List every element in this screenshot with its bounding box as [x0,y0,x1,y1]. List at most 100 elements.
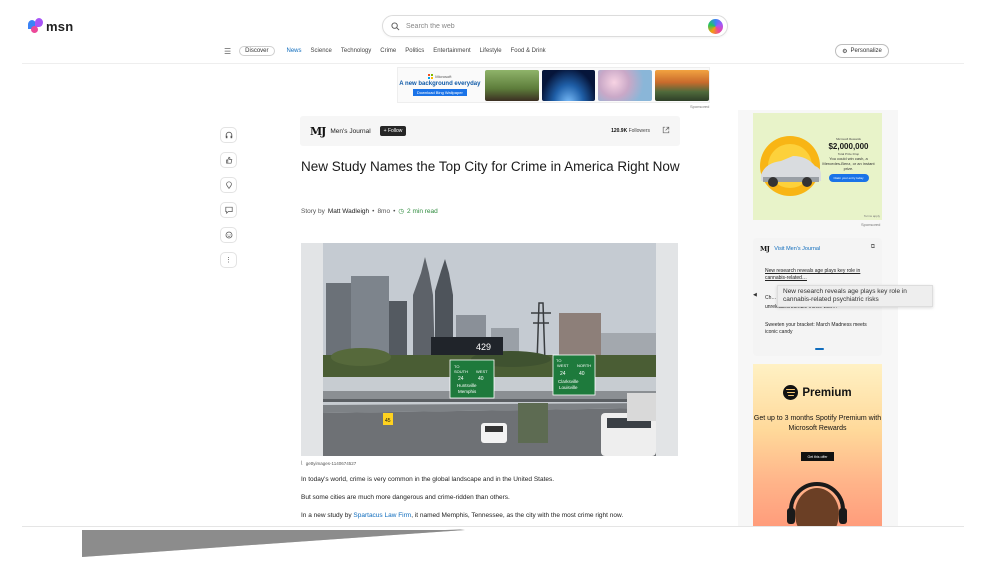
sponsored-label-right: Sponsored [861,222,881,227]
article-paragraph-3: In a new study by Spartacus Law Firm, it… [301,512,623,519]
gear-icon: ⚙ [842,48,848,55]
comment-icon[interactable] [220,202,237,218]
person-with-headphones-graphic [787,482,847,530]
publisher-bar: MJ Men's Journal + Follow 120.9K Followe… [300,116,680,146]
claim-entry-button[interactable]: Claim your entry today [828,174,869,182]
search-bar[interactable] [382,15,728,37]
carousel-prev-icon[interactable]: ◀ [753,292,757,298]
sign-right-route1: 24 [560,371,566,377]
nav-item-technology[interactable]: Technology [341,48,371,54]
rewards-ad-amount: $2,000,000 [828,142,869,151]
follow-button[interactable]: + Follow [379,126,407,136]
speed-sign: 45 [385,418,391,424]
download-wallpaper-button[interactable]: Download Bing Wallpaper [412,89,467,96]
nav-item-lifestyle[interactable]: Lifestyle [480,48,502,54]
logo-text: msn [46,18,74,34]
rewards-ad-body: You could win cash, a Mercedes-Benz, or … [822,156,875,171]
sunburst-car-graphic [760,136,821,196]
microsoft-logo-icon [428,74,434,79]
butterfly-icon [28,18,44,34]
sign-right-dir2: NORTH [577,363,591,368]
page-bottom-area [0,527,1000,583]
sign-left-dir1: SOUTH [454,369,468,374]
image-credit: ⌊ gettyimages-1140674527 [301,460,356,466]
page-corner-shadow [82,529,465,557]
sign-left-city1: Huntsville [457,383,477,388]
sign-right-dir1: WEST [557,363,569,368]
followers-number: 120.9K [611,128,628,134]
article-paragraph-1: In today's world, crime is very common i… [301,476,555,483]
sign-right-city1: Clarksville [558,379,579,384]
header-divider [22,63,964,64]
menu-icon[interactable]: ☰ [224,47,231,56]
category-nav: ☰ Discover News Science Technology Crime… [224,44,555,58]
read-time: 2 min read [407,207,438,215]
msn-page: msn ☰ Discover News Science Technology C… [0,0,1000,583]
top-banner-ad[interactable]: Microsoft A new background everyday Down… [397,67,710,103]
personalize-button[interactable]: ⚙ Personalize [835,44,889,58]
wallpaper-thumb-earth[interactable] [541,69,596,101]
search-icon [391,21,400,30]
publisher-name[interactable]: Men's Journal [330,128,370,135]
article-byline: Story by Matt Wadleigh • 8mo • ◷ 2 min r… [301,207,438,216]
credit-text: gettyimages-1140674527 [305,460,357,466]
mj-story-3[interactable]: Sweeten your bracket: March Madness meet… [765,322,871,336]
spotify-ad-body: Get up to 3 months Spotify Premium with … [753,415,882,432]
external-link-icon[interactable] [662,126,670,136]
mj-card-header: MJ Visit Men's Journal [760,245,820,253]
nav-item-science[interactable]: Science [311,48,332,54]
msn-logo[interactable]: msn [28,18,73,34]
wallpaper-thumb-dog[interactable] [484,69,539,101]
article-age: 8mo [377,207,391,215]
dislike-icon[interactable] [220,177,237,193]
nav-item-news[interactable]: News [287,48,302,54]
spotify-brand: Premium [753,385,882,400]
emoji-icon[interactable] [220,227,237,243]
billboard-number: 429 [476,342,491,352]
hero-illustration: 429 TO SOUTH WEST 24 40 Huntsville Memph… [301,243,678,456]
headphones-icon[interactable] [220,127,237,143]
sign-left-dir2: WEST [476,369,488,374]
byline-separator: • [393,207,396,215]
visit-mens-journal-link[interactable]: Visit Men's Journal [774,246,820,252]
author-name[interactable]: Matt Wadleigh [328,208,369,215]
story-tooltip: New research reveals age plays key role … [777,285,933,307]
more-icon[interactable]: ⋮ [220,252,237,268]
copilot-icon[interactable] [708,19,723,34]
followers-count: 120.9K Followers [611,128,650,134]
nav-item-politics[interactable]: Politics [405,48,424,54]
external-link-icon[interactable]: ⧉ [871,244,875,251]
sign-right-route2: 40 [579,371,585,377]
article-hero-image[interactable]: 429 TO SOUTH WEST 24 40 Huntsville Memph… [301,243,678,456]
top-ad-headline: A new background everyday [399,81,481,87]
search-input[interactable] [406,22,696,30]
nav-item-crime[interactable]: Crime [380,48,396,54]
article-actions-rail: ⋮ [220,127,237,268]
nav-item-food-drink[interactable]: Food & Drink [511,48,546,54]
sign-right-city2: Louisville [559,385,578,390]
spotify-logo-icon [783,385,799,400]
publisher-logo[interactable]: MJ [310,125,326,138]
wallpaper-thumb-mountain[interactable] [655,69,709,101]
rewards-ad-terms: Terms apply [863,214,880,218]
byline-prefix: Story by [301,207,325,215]
clock-icon: ◷ [398,208,405,215]
rewards-ad-brand: Microsoft Rewards [836,137,861,141]
rewards-sweepstakes-ad[interactable]: Microsoft Rewards $2,000,000 Total Prize… [753,113,882,220]
wallpaper-thumb-blossom[interactable] [598,69,653,101]
spotify-premium-ad[interactable]: Premium Get up to 3 months Spotify Premi… [753,364,882,530]
nav-item-entertainment[interactable]: Entertainment [433,48,470,54]
rewards-ad-copy: Microsoft Rewards $2,000,000 Total Prize… [821,137,876,182]
mj-story-1[interactable]: New research reveals age plays key role … [765,268,871,282]
microsoft-badge: Microsoft [428,74,451,79]
article-title: New Study Names the Top City for Crime i… [301,159,680,174]
mj-card-logo[interactable]: MJ [760,245,770,253]
discover-button[interactable]: Discover [239,46,275,56]
thumbs-up-icon[interactable] [220,152,237,168]
spartacus-law-link[interactable]: Spartacus Law Firm [353,512,411,519]
paragraph-3-prefix: In a new study by [301,512,352,519]
get-offer-button[interactable]: Get this offer [801,452,834,461]
personalize-label: Personalize [850,48,882,54]
spotify-ad-title: Premium [802,386,852,399]
paragraph-3-suffix: , it named Memphis, Tennessee, as the ci… [411,512,624,519]
